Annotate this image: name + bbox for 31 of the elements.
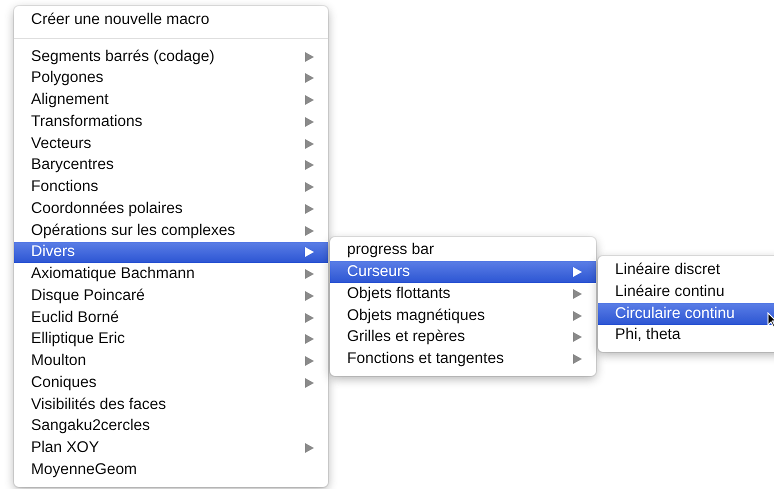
menu-item[interactable]: Moulton [14, 350, 328, 372]
menu-item[interactable]: Plan XOY [14, 437, 328, 459]
menu-item[interactable]: Coniques [14, 372, 328, 394]
menu-item[interactable]: Fonctions [14, 176, 328, 198]
menu-item[interactable]: Circulaire continu [598, 302, 774, 324]
menu-item[interactable]: MoyenneGeom [14, 459, 328, 481]
menu-item[interactable]: Linéaire continu [598, 281, 774, 303]
menu-item[interactable]: Objets flottants [330, 283, 596, 305]
menu-item[interactable]: Linéaire discret [598, 259, 774, 281]
menu-item[interactable]: Alignement [14, 89, 328, 111]
menu-item[interactable]: Euclid Borné [14, 306, 328, 328]
menu-item[interactable]: Objets magnétiques [330, 304, 596, 326]
menu-item[interactable]: progress bar [330, 240, 596, 262]
menu-item[interactable]: Axiomatique Bachmann [14, 263, 328, 285]
menu-item[interactable]: Segments barrés (codage) [14, 46, 328, 68]
menu-item[interactable]: Opérations sur les complexes [14, 220, 328, 242]
menu-item[interactable]: Créer une nouvelle macro [14, 9, 328, 31]
menu-item[interactable]: Curseurs [330, 261, 596, 283]
menu-item[interactable]: Barycentres [14, 154, 328, 176]
menu-item[interactable]: Grilles et repères [330, 326, 596, 348]
menu-item[interactable]: Elliptique Eric [14, 328, 328, 350]
menu-item[interactable]: Polygones [14, 68, 328, 90]
menu-item[interactable]: Divers [14, 242, 328, 264]
menu-item[interactable]: Sangaku2cercles [14, 416, 328, 438]
menu-item[interactable]: Disque Poincaré [14, 285, 328, 307]
menu-item[interactable]: Transformations [14, 111, 328, 133]
menu-item[interactable]: Coordonnées polaires [14, 198, 328, 220]
menu-item[interactable]: Vecteurs [14, 132, 328, 154]
menu-item[interactable]: Fonctions et tangentes [330, 348, 596, 370]
menu-item[interactable]: Visibilités des faces [14, 394, 328, 416]
menu-item[interactable]: Phi, theta [598, 324, 774, 346]
